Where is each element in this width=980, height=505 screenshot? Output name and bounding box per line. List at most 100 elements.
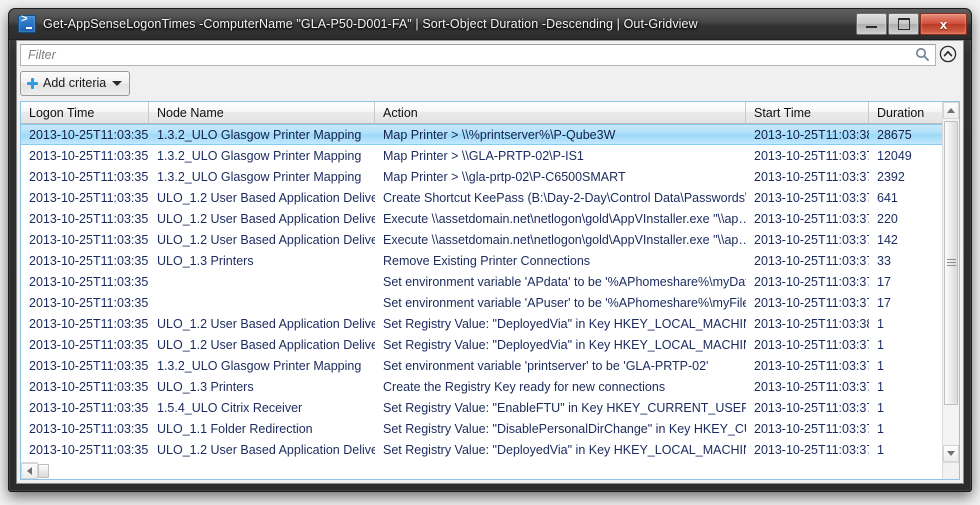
cell-duration: 17: [877, 274, 891, 289]
cell-node-name: ULO_1.2 User Based Application Delivery: [157, 232, 375, 247]
window-titlebar[interactable]: Get-AppSenseLogonTimes -ComputerName "GL…: [9, 9, 971, 40]
filter-row: [20, 44, 960, 66]
table-row[interactable]: 2013-10-25T11:03:35 1.3.2_ULO Glasgow Pri…: [21, 124, 942, 145]
table-row[interactable]: 2013-10-25T11:03:35 1.3.2_ULO Glasgow Pri…: [21, 166, 942, 187]
cell-start-time: 2013-10-25T11:03:37: [754, 442, 869, 457]
cell-logon-time: 2013-10-25T11:03:35: [29, 442, 149, 457]
cell-duration: 641: [877, 190, 898, 205]
cell-logon-time: 2013-10-25T11:03:35: [29, 316, 149, 331]
table-row[interactable]: 2013-10-25T11:03:35 ULO_1.2 User Based Ap…: [21, 334, 942, 355]
cell-action: Create the Registry Key ready for new co…: [383, 379, 666, 394]
cell-duration: 1: [877, 358, 884, 373]
cell-logon-time: 2013-10-25T11:03:35: [29, 253, 149, 268]
chevron-up-circle-icon: [939, 45, 957, 66]
triangle-down-icon: [947, 451, 955, 456]
cell-start-time: 2013-10-25T11:03:37: [754, 148, 869, 163]
scroll-down-button[interactable]: [943, 445, 959, 462]
minimize-button[interactable]: [856, 13, 887, 35]
cell-start-time: 2013-10-25T11:03:37: [754, 253, 869, 268]
scroll-up-button[interactable]: [943, 102, 959, 119]
table-row[interactable]: 2013-10-25T11:03:35 ULO_1.2 User Based Ap…: [21, 439, 942, 460]
table-row[interactable]: 2013-10-25T11:03:35 ULO_1.2 User Based Ap…: [21, 229, 942, 250]
cell-action: Set environment variable 'APdata' to be …: [383, 274, 746, 289]
grid-rows: 2013-10-25T11:03:35 1.3.2_ULO Glasgow Pri…: [21, 124, 942, 462]
chevron-down-icon: [112, 80, 123, 86]
cell-action: Set Registry Value: "DeployedVia" in Key…: [383, 316, 746, 331]
cell-logon-time: 2013-10-25T11:03:35: [29, 127, 149, 142]
cell-start-time: 2013-10-25T11:03:37: [754, 295, 869, 310]
window-title: Get-AppSenseLogonTimes -ComputerName "GL…: [43, 17, 698, 31]
cell-action: Map Printer > \\%printserver%\P-Qube3W: [383, 127, 616, 142]
maximize-icon: [897, 18, 910, 30]
table-row[interactable]: 2013-10-25T11:03:35 ULO_1.2 User Based Ap…: [21, 313, 942, 334]
table-row[interactable]: 2013-10-25T11:03:35 ULO_1.3 Printers Remov…: [21, 250, 942, 271]
cell-action: Map Printer > \\gla-prtp-02\P-C6500SMART: [383, 169, 626, 184]
table-row[interactable]: 2013-10-25T11:03:35 1.3.2_ULO Glasgow Pri…: [21, 145, 942, 166]
cell-duration: 12049: [877, 148, 912, 163]
grid-header-row: Logon Time Node Name Action Start Time D…: [21, 102, 942, 124]
table-row[interactable]: 2013-10-25T11:03:35 ULO_1.2 User Based Ap…: [21, 187, 942, 208]
cell-logon-time: 2013-10-25T11:03:35: [29, 274, 149, 289]
cell-start-time: 2013-10-25T11:03:37: [754, 337, 869, 352]
column-header-node-name[interactable]: Node Name: [149, 102, 375, 123]
scroll-left-button[interactable]: [21, 463, 38, 479]
table-row[interactable]: 2013-10-25T11:03:35 ULO_1.1 Folder Redire…: [21, 418, 942, 439]
cell-action: Set Registry Value: "DeployedVia" in Key…: [383, 337, 746, 352]
cell-duration: 1: [877, 337, 884, 352]
maximize-button[interactable]: [888, 13, 919, 35]
cell-action: Set Registry Value: "EnableFTU" in Key H…: [383, 400, 746, 415]
cell-duration: 1: [877, 442, 884, 457]
cell-logon-time: 2013-10-25T11:03:35: [29, 211, 149, 226]
column-header-logon-time[interactable]: Logon Time: [21, 102, 149, 123]
plus-icon: [27, 77, 38, 89]
table-row[interactable]: 2013-10-25T11:03:35 Set environment varia…: [21, 271, 942, 292]
cell-node-name: ULO_1.1 Folder Redirection: [157, 421, 313, 436]
table-row[interactable]: 2013-10-25T11:03:35 1.5.4_ULO Citrix Rece…: [21, 397, 942, 418]
horizontal-scroll-thumb[interactable]: [38, 464, 49, 478]
table-row[interactable]: 2013-10-25T11:03:35 ULO_1.3 Printers Creat…: [21, 376, 942, 397]
cell-action: Map Printer > \\GLA-PRTP-02\P-IS1: [383, 148, 584, 163]
cell-action: Set Registry Value: "DeployedVia" in Key…: [383, 442, 746, 457]
cell-action: Set environment variable 'printserver' t…: [383, 358, 709, 373]
client-area: Add criteria Logon Time Node Name Action…: [16, 40, 964, 484]
cell-start-time: 2013-10-25T11:03:38: [754, 127, 869, 142]
vertical-scroll-track[interactable]: [943, 119, 959, 445]
horizontal-scrollbar[interactable]: [21, 462, 49, 479]
criteria-toolbar: Add criteria: [20, 68, 960, 98]
cell-start-time: 2013-10-25T11:03:37: [754, 232, 869, 247]
cell-duration: 142: [877, 232, 898, 247]
search-icon: [913, 45, 933, 65]
add-criteria-button[interactable]: Add criteria: [20, 70, 131, 96]
cell-logon-time: 2013-10-25T11:03:35: [29, 232, 149, 247]
cell-action: Set environment variable 'APuser' to be …: [383, 295, 746, 310]
column-header-start-time[interactable]: Start Time: [746, 102, 869, 123]
collapse-filter-button[interactable]: [936, 44, 960, 66]
close-button[interactable]: x: [920, 13, 967, 35]
cell-start-time: 2013-10-25T11:03:38: [754, 316, 869, 331]
cell-action: Create Shortcut KeePass (B:\Day-2-Day\Co…: [383, 190, 746, 205]
grid-body-area: Logon Time Node Name Action Start Time D…: [21, 102, 959, 462]
table-row[interactable]: 2013-10-25T11:03:35 ULO_1.2 User Based Ap…: [21, 208, 942, 229]
cell-node-name: ULO_1.2 User Based Application Delivery: [157, 190, 375, 205]
cell-logon-time: 2013-10-25T11:03:35: [29, 358, 149, 373]
vertical-scrollbar[interactable]: [942, 102, 959, 462]
cell-start-time: 2013-10-25T11:03:37: [754, 190, 869, 205]
cell-node-name: ULO_1.2 User Based Application Delivery: [157, 316, 375, 331]
grid-bottom: [21, 462, 959, 479]
cell-logon-time: 2013-10-25T11:03:35: [29, 169, 149, 184]
cell-action: Execute \\assetdomain.net\netlogon\gold\…: [383, 211, 746, 226]
column-header-duration[interactable]: Duration: [869, 102, 933, 123]
cell-duration: 17: [877, 295, 891, 310]
search-input[interactable]: [21, 46, 913, 64]
cell-logon-time: 2013-10-25T11:03:35: [29, 148, 149, 163]
table-row[interactable]: 2013-10-25T11:03:35 Set environment varia…: [21, 292, 942, 313]
triangle-left-icon: [27, 467, 32, 475]
filter-field[interactable]: [20, 44, 936, 66]
table-row[interactable]: 2013-10-25T11:03:35 1.3.2_ULO Glasgow Pri…: [21, 355, 942, 376]
cell-action: Remove Existing Printer Connections: [383, 253, 591, 268]
vertical-scroll-thumb[interactable]: [944, 121, 958, 405]
column-header-action[interactable]: Action: [375, 102, 746, 123]
horizontal-scrollbar-wrap: [21, 462, 942, 479]
cell-logon-time: 2013-10-25T11:03:35: [29, 400, 149, 415]
cell-logon-time: 2013-10-25T11:03:35: [29, 190, 149, 205]
